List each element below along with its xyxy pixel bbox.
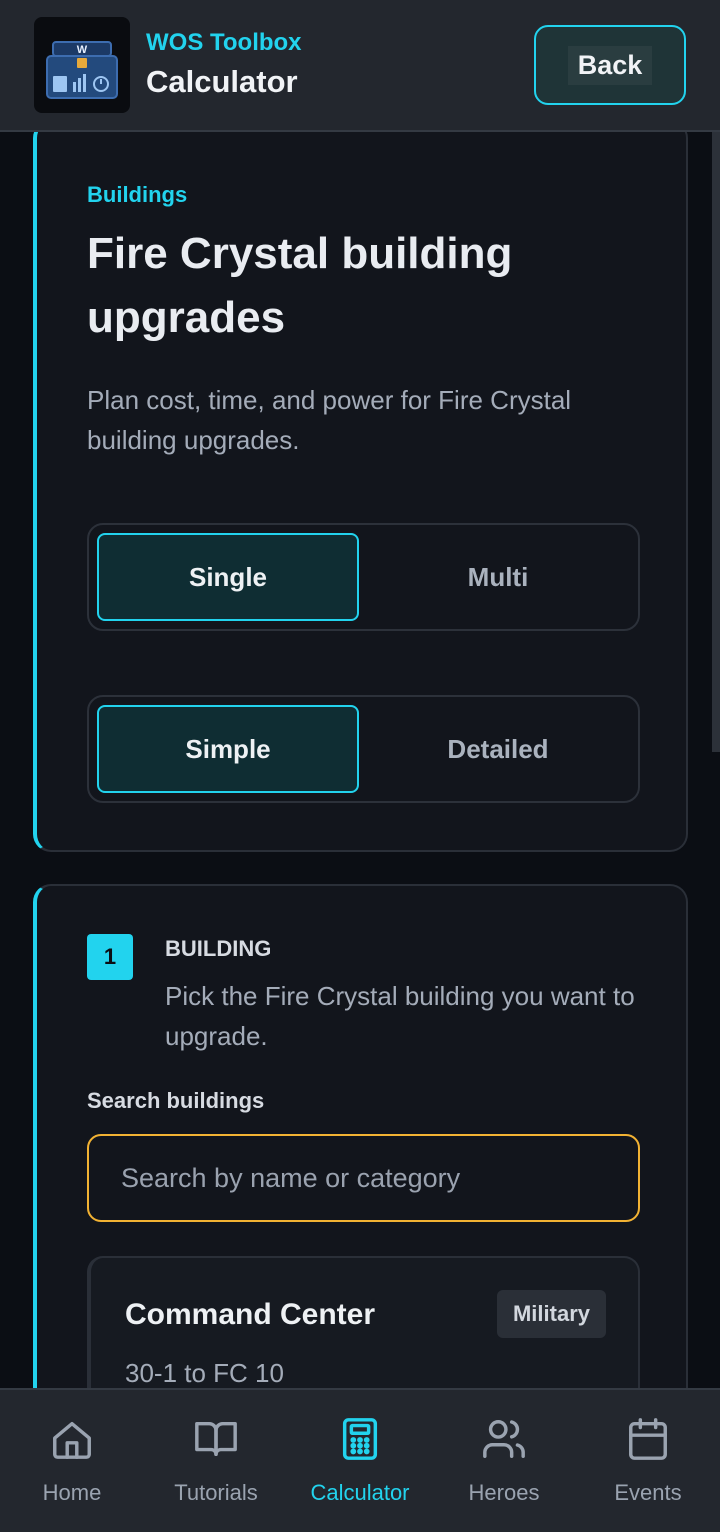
back-button[interactable]: Back: [534, 25, 686, 105]
building-step-card: 1 BUILDING Pick the Fire Crystal buildin…: [33, 884, 688, 1444]
view-simple-button[interactable]: Simple: [97, 705, 359, 793]
calculator-title: Fire Crystal building upgrades: [87, 229, 513, 342]
page-title: Calculator: [146, 64, 298, 99]
nav-calculator-label: Calculator: [310, 1480, 410, 1505]
app-header: W WOS Toolbox Calculator Back: [0, 0, 720, 132]
step-number-badge: 1: [87, 934, 133, 980]
scrollbar[interactable]: [712, 132, 720, 752]
nav-calculator[interactable]: Calculator: [288, 1390, 432, 1532]
view-detailed-button[interactable]: Detailed: [367, 705, 629, 793]
calendar-icon: [629, 1418, 667, 1460]
intro-card: Buildings Fire Crystal building upgrades…: [33, 120, 688, 852]
header-titles: WOS Toolbox Calculator: [146, 28, 534, 102]
nav-tutorials[interactable]: Tutorials: [144, 1390, 288, 1532]
app-logo: W: [34, 17, 130, 113]
view-toggle: Simple Detailed: [87, 695, 640, 803]
mode-toggle: Single Multi: [87, 523, 640, 631]
nav-home[interactable]: Home: [0, 1390, 144, 1532]
nav-tutorials-label: Tutorials: [174, 1480, 258, 1505]
building-name: Command Center: [125, 1298, 376, 1331]
nav-events-label: Events: [614, 1480, 682, 1505]
app-name: WOS Toolbox: [146, 29, 302, 56]
calculator-icon: [342, 1418, 378, 1460]
svg-text:W: W: [77, 44, 88, 56]
nav-home-label: Home: [42, 1480, 102, 1505]
home-icon: [53, 1421, 91, 1459]
building-category-badge: Military: [496, 1290, 606, 1338]
step-label: BUILDING: [165, 936, 272, 961]
step-description: Pick the Fire Crystal building you want …: [165, 981, 635, 1051]
search-input[interactable]: [121, 1162, 638, 1194]
app-root: W WOS Toolbox Calculator Back Buildings …: [0, 0, 720, 1532]
calculator-description: Plan cost, time, and power for Fire Crys…: [87, 385, 572, 455]
mode-multi-button[interactable]: Multi: [367, 533, 629, 621]
section-eyebrow: Buildings: [87, 182, 188, 207]
toolbox-icon: W: [46, 41, 118, 99]
nav-heroes-label: Heroes: [468, 1480, 540, 1505]
nav-events[interactable]: Events: [576, 1390, 720, 1532]
users-icon: [483, 1420, 525, 1458]
back-button-label: Back: [567, 45, 653, 85]
book-icon: [195, 1421, 237, 1457]
nav-heroes[interactable]: Heroes: [432, 1390, 576, 1532]
building-level-range: 30-1 to FC 10: [125, 1358, 284, 1388]
mode-single-button[interactable]: Single: [97, 533, 359, 621]
search-label: Search buildings: [87, 1088, 265, 1113]
search-field: [87, 1134, 640, 1222]
bottom-navigation: Home Tutorials Calculator Heroes Events: [0, 1388, 720, 1532]
